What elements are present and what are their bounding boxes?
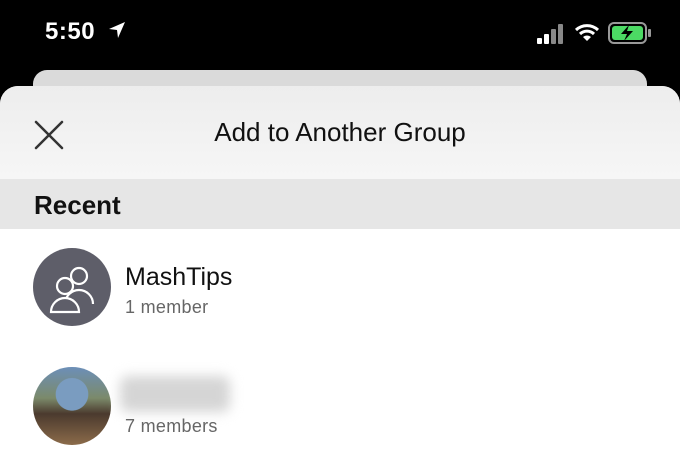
group-name: MashTips (125, 263, 233, 291)
add-to-group-sheet: Add to Another Group Recent MashTips 1 m… (0, 86, 680, 453)
section-label-recent: Recent (34, 190, 121, 220)
group-avatar (33, 248, 111, 326)
group-people-icon (49, 266, 95, 314)
section-header: Recent (0, 179, 680, 229)
location-arrow-icon (109, 22, 125, 38)
group-photo-avatar (33, 367, 111, 445)
group-row-mashtips[interactable]: MashTips 1 member (0, 229, 680, 329)
group-member-count: 1 member (125, 297, 209, 317)
sheet-title: Add to Another Group (214, 117, 466, 147)
status-bar: 5:50 (0, 0, 680, 66)
sheet-header: Add to Another Group (0, 86, 680, 179)
wifi-icon (574, 24, 600, 41)
group-member-count: 7 members (125, 416, 218, 436)
cellular-signal-icon (537, 24, 563, 44)
group-name-redacted (120, 376, 230, 412)
status-time: 5:50 (45, 18, 96, 45)
group-row-2[interactable]: 7 members (0, 348, 680, 448)
battery-charging-icon (608, 22, 651, 44)
